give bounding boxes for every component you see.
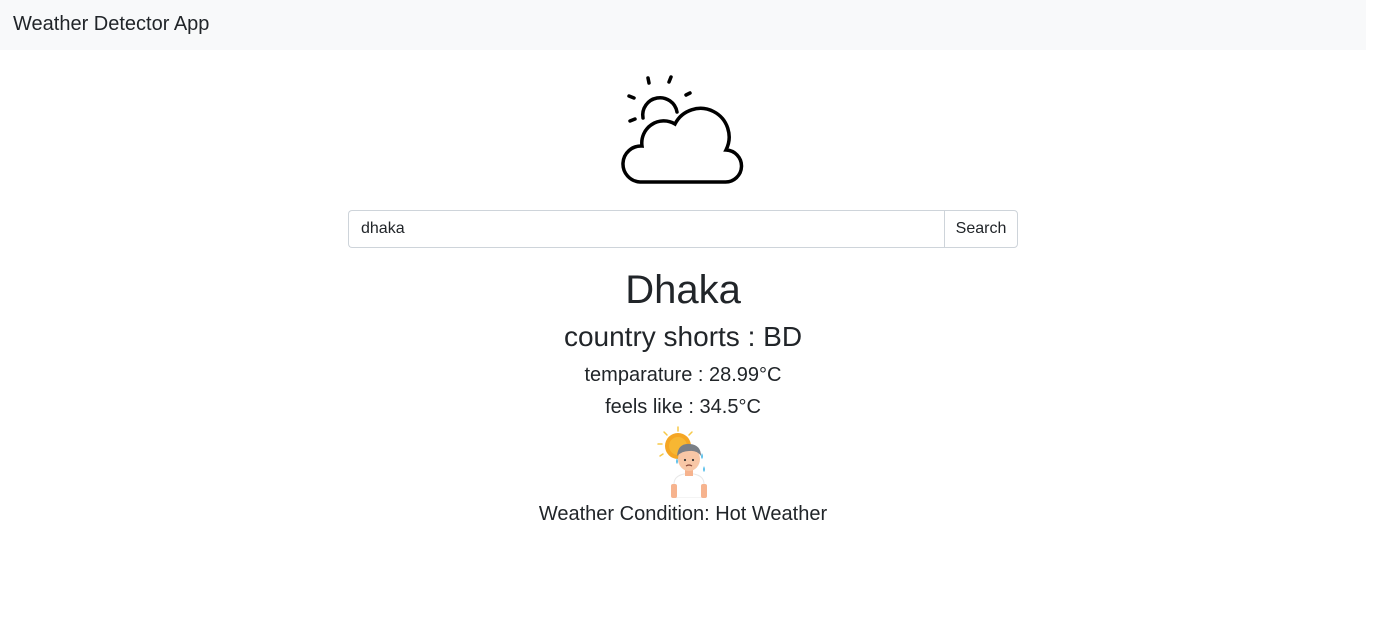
feels-like: feels like : 34.5°C (605, 396, 761, 418)
app-title[interactable]: Weather Detector App (13, 14, 209, 36)
temperature: temparature : 28.99°C (584, 364, 782, 386)
search-button[interactable]: Search (944, 210, 1018, 248)
hot-weather-person-icon (657, 426, 707, 498)
city-name: Dhaka (625, 268, 741, 312)
navbar: Weather Detector App (0, 0, 1366, 50)
search-input[interactable] (348, 210, 944, 248)
weather-condition: Weather Condition: Hot Weather (538, 503, 828, 525)
search-bar: Search (348, 210, 1018, 248)
partly-cloudy-icon (621, 75, 744, 184)
country-short: country shorts : BD (563, 321, 803, 352)
